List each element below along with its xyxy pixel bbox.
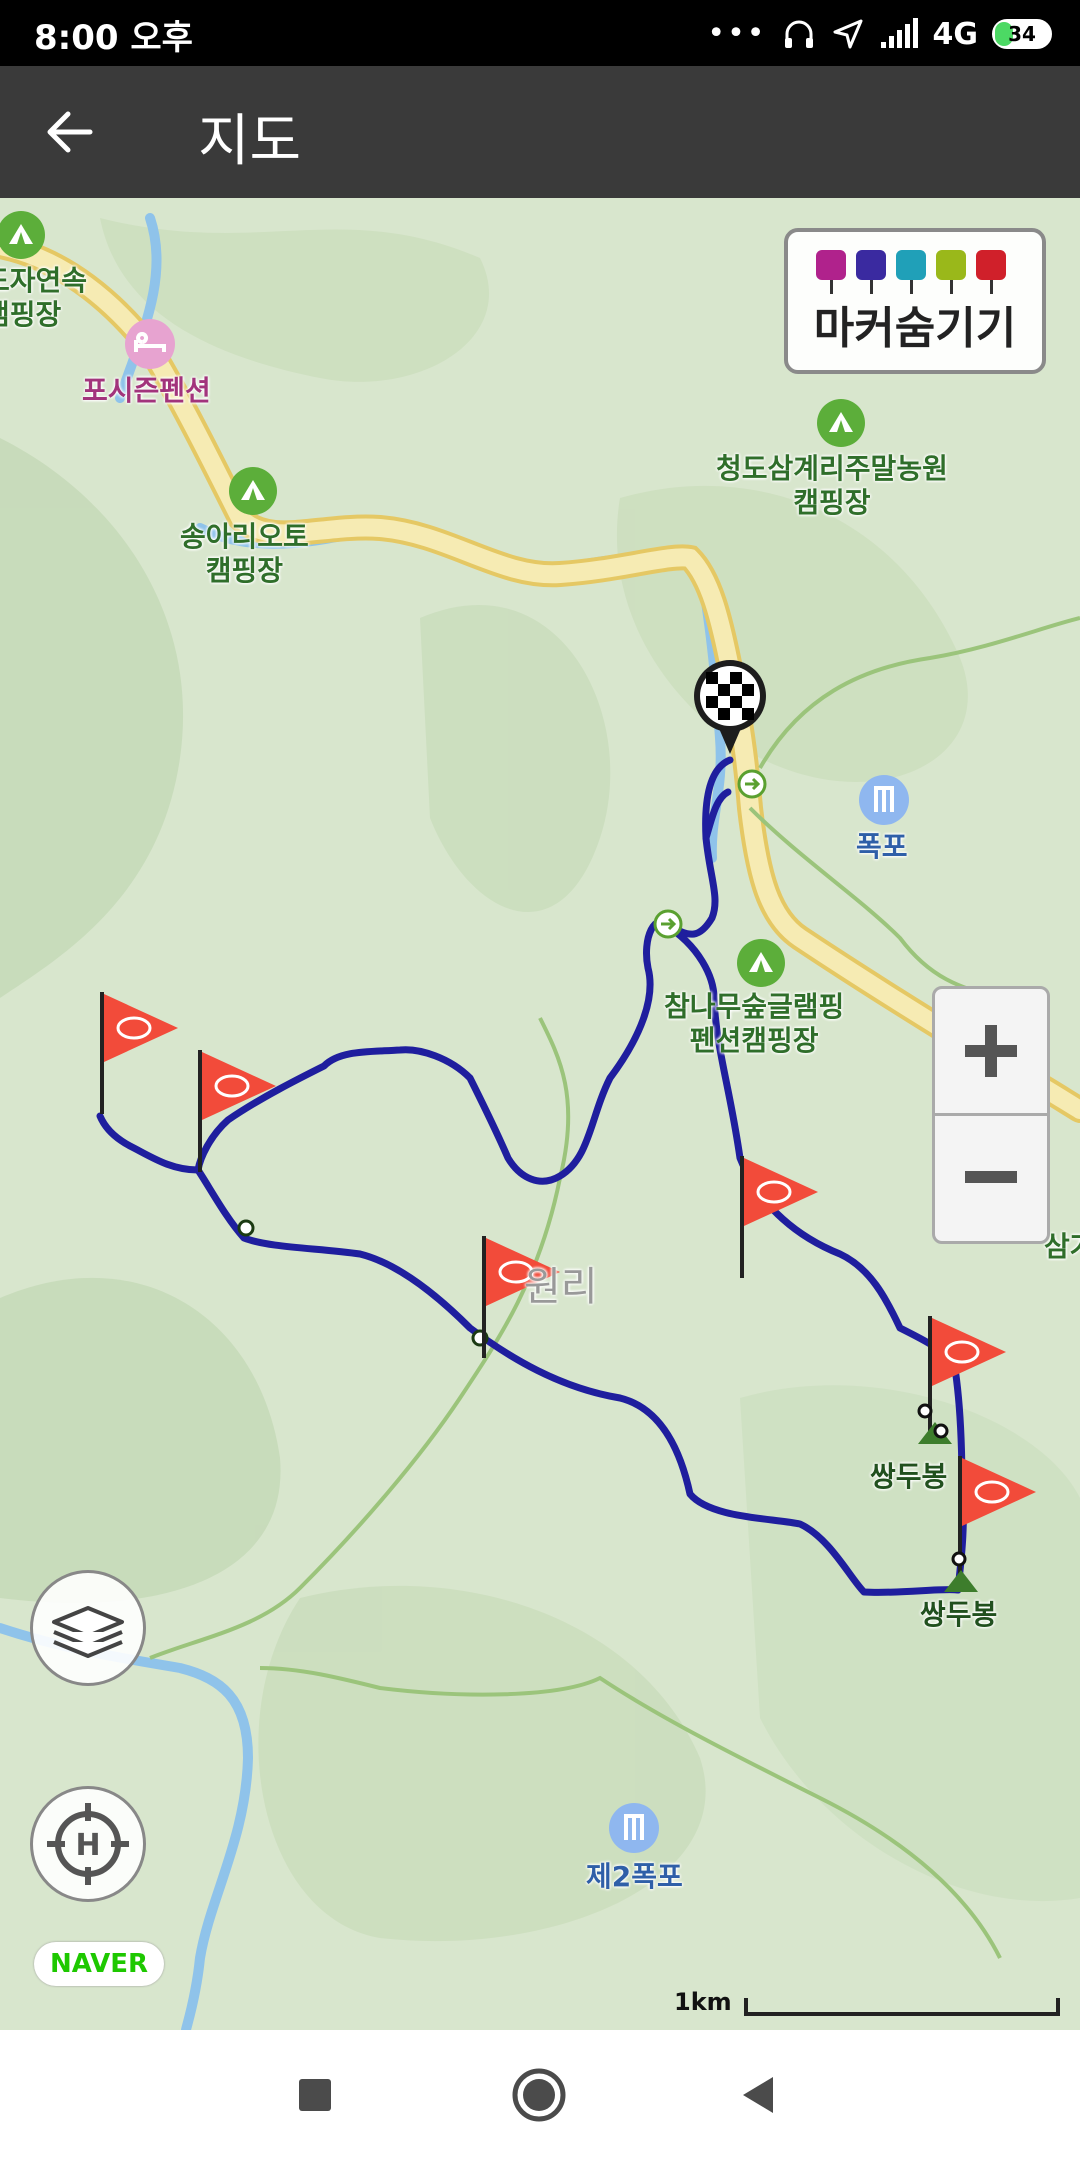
signal-icon (880, 18, 918, 48)
status-icons: ••• 4G 34 (707, 12, 1052, 56)
place-label: 청도삼계리주말농원 캠핑장 (716, 452, 948, 519)
layers-icon (52, 1606, 124, 1658)
waterfall-icon[interactable] (858, 774, 910, 826)
flag-marker-icon[interactable] (190, 1046, 286, 1176)
camping-icon[interactable] (816, 398, 866, 448)
peak-icon (944, 1570, 978, 1592)
route-node-icon (951, 1551, 967, 1567)
flag-marker-type-icon (976, 250, 1006, 294)
system-navigation-bar (0, 2030, 1080, 2160)
camping-icon[interactable] (228, 466, 278, 516)
route-node-icon (917, 1403, 933, 1419)
battery-level: 34 (1008, 22, 1036, 46)
finish-flag-pin-icon[interactable] (692, 658, 768, 758)
place-label: 참나무숲글램핑 펜션캠핑장 (664, 990, 845, 1057)
flag-marker-icon[interactable] (732, 1152, 828, 1282)
page-title: 지도 (198, 109, 302, 174)
waterfall-icon[interactable] (608, 1802, 660, 1854)
status-bar: 8:00 오후 ••• 4G 34 (0, 0, 1080, 66)
plus-icon (965, 1025, 1017, 1077)
naver-logo: NAVER (34, 1942, 164, 1986)
waypoint-arrow-icon[interactable] (652, 908, 684, 940)
headphones-icon (784, 20, 813, 48)
voice-marker-icon (896, 250, 926, 294)
square-icon (299, 2079, 331, 2111)
pension-icon[interactable] (124, 318, 176, 370)
zoom-out-button[interactable] (935, 1115, 1047, 1239)
triangle-back-icon (743, 2077, 773, 2113)
recent-apps-button[interactable] (282, 2062, 348, 2128)
marker-hide-button[interactable]: 마커숨기기 (784, 228, 1046, 374)
crosshair-icon: H (47, 1803, 129, 1885)
layers-button[interactable] (30, 1570, 146, 1686)
waypoint-dot-icon[interactable] (236, 1218, 256, 1238)
place-label: 송아리오토 캠핑장 (180, 520, 309, 587)
route-node-icon (933, 1423, 949, 1439)
minus-icon (965, 1171, 1017, 1183)
place-label: 제2폭포 (586, 1860, 683, 1893)
place-label: 쌍두봉 (870, 1460, 948, 1493)
location-arrow-icon (833, 19, 862, 49)
place-label: 포시즌펜션 (82, 374, 211, 407)
arrow-left-icon (47, 111, 93, 153)
map-scale: 1km (674, 1988, 1062, 2022)
marker-type-icons (816, 250, 1006, 294)
current-location-button[interactable]: H (30, 1786, 146, 1902)
status-time: 8:00 오후 (34, 18, 193, 58)
camping-icon[interactable] (736, 938, 786, 988)
home-button[interactable] (506, 2062, 572, 2128)
scale-label: 1km (674, 1988, 732, 2016)
battery-icon: 34 (992, 19, 1052, 49)
video-marker-icon (856, 250, 886, 294)
place-label: 도자연속캠핑장 (0, 264, 88, 331)
back-button[interactable] (40, 102, 116, 162)
svg-text:H: H (75, 1828, 100, 1863)
scale-bar (744, 1998, 1060, 2016)
circle-home-icon (512, 2068, 566, 2122)
app-bar: 지도 (0, 66, 1080, 198)
photo-marker-icon (816, 250, 846, 294)
back-nav-button[interactable] (726, 2062, 792, 2128)
network-type: 4G (932, 16, 979, 52)
zoom-control (932, 986, 1050, 1244)
flag-marker-icon[interactable] (92, 988, 188, 1118)
memo-marker-icon (936, 250, 966, 294)
marker-hide-label: 마커숨기기 (813, 303, 1017, 354)
place-label: 원리 (524, 1264, 598, 1310)
more-notifications-icon: ••• (707, 16, 767, 51)
camping-icon[interactable] (0, 210, 46, 260)
place-label: 쌍두봉 (920, 1598, 998, 1631)
zoom-in-button[interactable] (935, 989, 1047, 1116)
map-view[interactable]: 도자연속캠핑장 포시즌펜션 송아리오토캠핑장 청도삼계리주말농원캠핑장 폭포 참… (0, 198, 1080, 2030)
place-label: 폭포 (856, 830, 908, 863)
waypoint-arrow-icon[interactable] (736, 768, 768, 800)
